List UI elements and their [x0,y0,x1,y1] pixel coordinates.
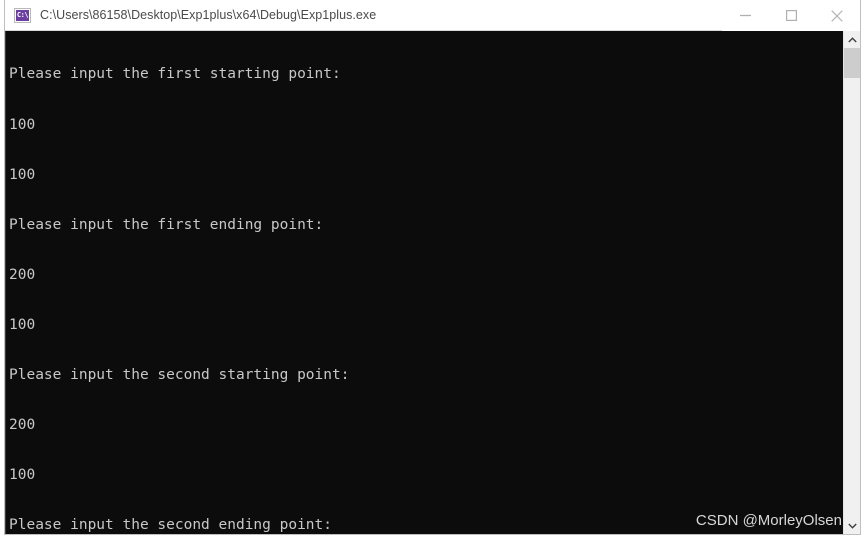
console-line: Please input the first ending point: [9,216,324,233]
console-app-icon: C:\ [14,7,31,23]
chevron-down-icon [847,523,857,529]
console-output-area[interactable]: Please input the first starting point: 1… [5,31,860,534]
console-line: 200 [9,417,36,434]
scrollbar-thumb[interactable] [844,48,860,78]
chevron-up-icon [847,36,857,42]
close-icon [831,9,843,22]
console-window: C:\ C:\Users\86158\Desktop\Exp1plus\x64\… [4,0,861,535]
vertical-scrollbar[interactable] [843,31,860,534]
console-text: Please input the first starting point: 1… [9,33,349,534]
window-title: C:\Users\86158\Desktop\Exp1plus\x64\Debu… [40,8,377,22]
scroll-up-button[interactable] [844,31,860,48]
console-line: 200 [9,266,36,283]
scroll-down-button[interactable] [844,517,860,534]
minimize-icon [739,14,751,17]
console-line: Please input the second ending point: [9,517,333,534]
console-line: 100 [9,316,36,333]
app-icon-glyph: C:\ [16,9,29,21]
console-line: Please input the first starting point: [9,66,341,83]
minimize-button[interactable] [722,0,768,31]
console-line: 100 [9,116,36,133]
console-line: 100 [9,166,36,183]
console-line: Please input the second starting point: [9,366,350,383]
console-line: 100 [9,467,36,484]
maximize-icon [785,10,797,21]
window-controls [722,0,860,31]
title-bar[interactable]: C:\ C:\Users\86158\Desktop\Exp1plus\x64\… [5,0,860,31]
watermark: CSDN @MorleyOlsen [695,512,842,529]
close-button[interactable] [814,0,860,31]
maximize-button[interactable] [768,0,814,31]
